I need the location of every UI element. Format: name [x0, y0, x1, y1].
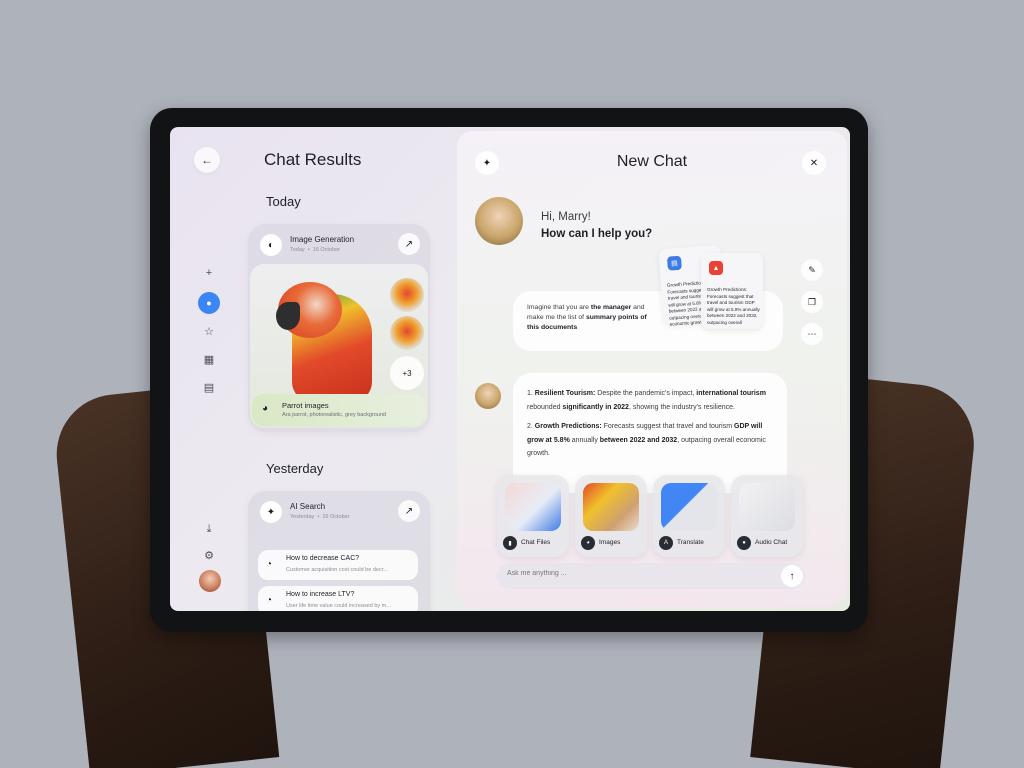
- open-arrow-button[interactable]: ↗: [398, 233, 420, 255]
- audio-waveform-illustration: [739, 483, 795, 531]
- arrow-up-right-icon: ↗: [404, 505, 414, 517]
- ai-search-card[interactable]: ✦ AI Search Yesterday • 16 October ↗ ◔ H…: [248, 491, 430, 611]
- download-icon: ⤓: [206, 522, 212, 535]
- google-docs-icon: ▤: [666, 255, 682, 271]
- greeting-question: How can I help you?: [541, 228, 653, 240]
- answer-point: 1. Resilient Tourism: Despite the pandem…: [527, 390, 766, 411]
- settings-icon: ⚙: [204, 549, 214, 562]
- user-avatar[interactable]: [199, 570, 221, 592]
- message-composer: ↑: [497, 563, 805, 589]
- document-icon: ▤: [203, 381, 215, 394]
- chat-results-column: Chat Results Today ◐ Image Generation To…: [248, 127, 434, 611]
- open-arrow-button[interactable]: ↗: [398, 500, 420, 522]
- answer-point: 2. Growth Predictions: Forecasts suggest…: [527, 423, 766, 457]
- images-label: Images: [599, 539, 621, 546]
- image-generation-title: Image Generation: [290, 235, 355, 244]
- assistant-avatar-small: [475, 383, 501, 409]
- answer-list: 1. Resilient Tourism: Despite the pandem…: [527, 387, 767, 467]
- more-images-button[interactable]: +3: [390, 356, 424, 390]
- close-button[interactable]: ✕: [802, 151, 826, 175]
- app-screen: ← + ● ☆ ▦ ▤ ⤓ ⚙ Chat Results Today ◐ Ima…: [170, 127, 850, 611]
- chat-title: New Chat: [616, 153, 688, 170]
- prompt-text: Imagine that you are the manager and mak…: [527, 304, 647, 331]
- question-preview: Customer acquisition cost could be decr.…: [286, 567, 388, 573]
- pie-chart-icon: ◔: [266, 559, 273, 570]
- document-preview-text: Growth Predictions: Forecasts suggest th…: [707, 287, 760, 325]
- translate-illustration: [661, 483, 717, 531]
- files-icon: ▮: [503, 536, 517, 550]
- arrow-up-icon: ↑: [789, 570, 795, 582]
- translate-tile[interactable]: A Translate: [653, 475, 725, 557]
- chat-files-label: Chat Files: [521, 539, 551, 546]
- parrot-thumbnail[interactable]: [390, 278, 424, 312]
- images-tile[interactable]: ◕ Images: [575, 475, 647, 557]
- more-options-button[interactable]: ⋯: [801, 323, 823, 345]
- audio-chat-tile[interactable]: ● Audio Chat: [731, 475, 803, 557]
- more-dots-icon: ⋯: [807, 328, 817, 339]
- copy-button[interactable]: ❐: [801, 291, 823, 313]
- image-generation-date: Today • 16 October: [290, 247, 340, 253]
- images-icon: ◕: [581, 536, 595, 550]
- question-item[interactable]: ◔ How to increase LTV? User life time va…: [258, 586, 418, 611]
- edit-button[interactable]: ✎: [801, 259, 823, 281]
- question-item[interactable]: ◔ How to decrease CAC? Customer acquisit…: [258, 550, 418, 580]
- send-button[interactable]: ↑: [781, 565, 803, 587]
- calendar-icon: ▦: [203, 353, 215, 366]
- images-icon: ◕: [262, 403, 269, 414]
- sidebar-rail: ← + ● ☆ ▦ ▤ ⤓ ⚙: [170, 127, 240, 611]
- pie-chart-icon: ◔: [266, 595, 273, 606]
- question-title: How to increase LTV?: [286, 591, 355, 598]
- pdf-icon: ▲: [709, 261, 723, 275]
- attached-document[interactable]: ▲ Growth Predictions: Forecasts suggest …: [701, 253, 763, 329]
- image-generation-icon: ◐: [260, 234, 282, 256]
- documents-nav-button[interactable]: ▤: [198, 376, 220, 398]
- star-icon: ☆: [204, 325, 214, 338]
- calendar-nav-button[interactable]: ▦: [198, 348, 220, 370]
- new-chat-button[interactable]: +: [198, 262, 220, 284]
- new-chat-panel: ✦ New Chat ✕ Hi, Marry! How can I help y…: [457, 131, 847, 607]
- chats-nav-button[interactable]: ●: [198, 292, 220, 314]
- back-arrow-icon: ←: [201, 153, 213, 167]
- caption-title: Parrot images: [282, 401, 329, 410]
- chat-bubble-icon: ●: [206, 298, 212, 308]
- translate-label: Translate: [677, 539, 704, 546]
- parrot-beak: [276, 302, 300, 330]
- edit-icon: ✎: [808, 264, 816, 275]
- favorites-nav-button[interactable]: ☆: [198, 320, 220, 342]
- ai-search-date: Yesterday • 16 October: [290, 514, 350, 520]
- parrot-thumbnail[interactable]: [390, 316, 424, 350]
- arrow-up-right-icon: ↗: [404, 238, 414, 250]
- settings-button[interactable]: ⚙: [198, 544, 220, 566]
- sparkle-icon: ✦: [260, 501, 282, 523]
- ai-search-title: AI Search: [290, 502, 326, 511]
- image-caption: ◕ Parrot images Ara parrot, photorealist…: [252, 394, 426, 426]
- close-icon: ✕: [809, 157, 819, 169]
- question-preview: User life time value could increased by …: [286, 603, 391, 609]
- today-heading: Today: [266, 194, 301, 209]
- yesterday-heading: Yesterday: [266, 461, 324, 476]
- chat-files-tile[interactable]: ▮ Chat Files: [497, 475, 569, 557]
- files-illustration: [505, 483, 561, 531]
- copy-icon: ❐: [807, 296, 817, 307]
- plus-icon: +: [205, 267, 213, 279]
- message-input[interactable]: [507, 570, 767, 577]
- microphone-icon: ●: [737, 536, 751, 550]
- greeting-text: Hi, Marry!: [541, 211, 591, 223]
- translate-icon: A: [659, 536, 673, 550]
- download-button[interactable]: ⤓: [198, 518, 220, 540]
- chat-results-title: Chat Results: [264, 150, 362, 169]
- images-illustration: [583, 483, 639, 531]
- assistant-avatar: [475, 197, 523, 245]
- caption-subtitle: Ara parrot, photorealistic, grey backgro…: [282, 412, 386, 418]
- back-button[interactable]: ←: [194, 147, 220, 173]
- question-title: How to decrease CAC?: [286, 555, 360, 562]
- image-generation-card[interactable]: ◐ Image Generation Today • 16 October ↗ …: [248, 224, 430, 432]
- audio-chat-label: Audio Chat: [755, 539, 788, 546]
